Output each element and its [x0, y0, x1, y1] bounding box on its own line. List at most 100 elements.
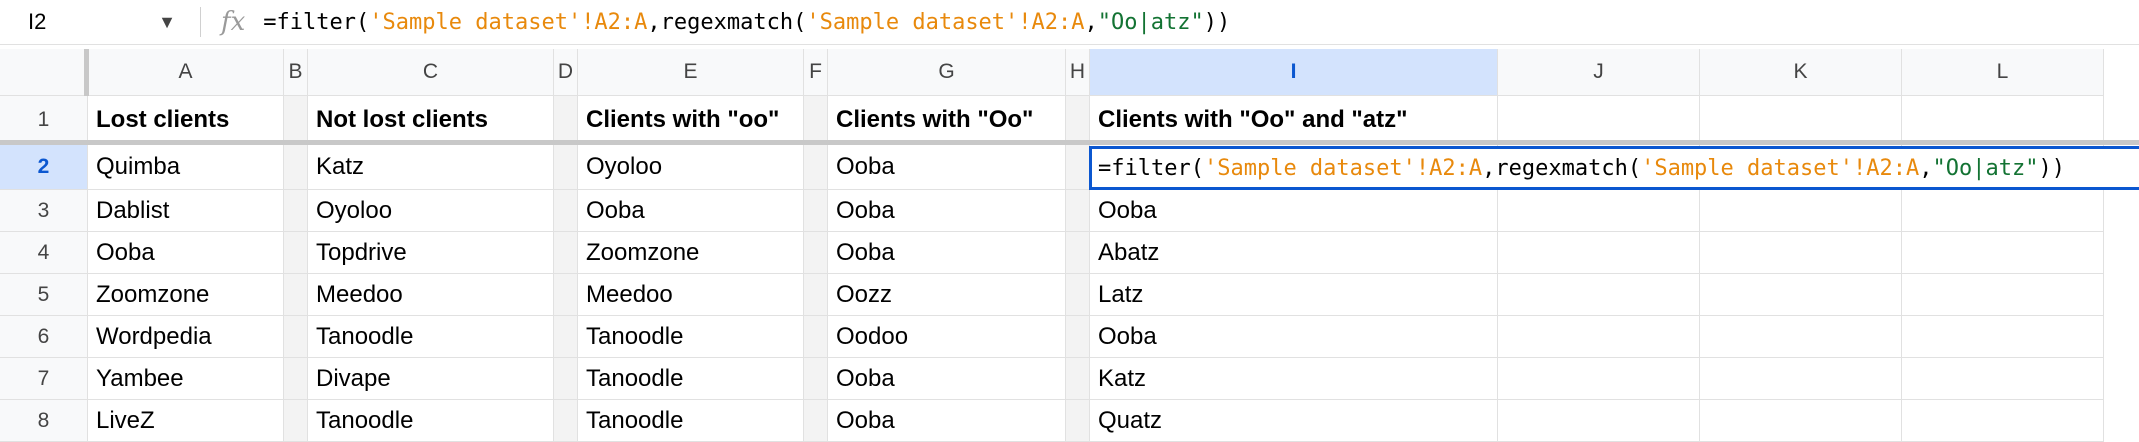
cell-e6[interactable]: Tanoodle	[578, 316, 804, 358]
cell-f6[interactable]	[804, 316, 828, 358]
cell-b6[interactable]	[284, 316, 308, 358]
cell-c3[interactable]: Oyoloo	[308, 190, 554, 232]
cell-g8[interactable]: Ooba	[828, 400, 1066, 442]
cell-g4[interactable]: Ooba	[828, 232, 1066, 274]
cell-l3[interactable]	[1902, 190, 2104, 232]
cell-j7[interactable]	[1498, 358, 1700, 400]
cell-f7[interactable]	[804, 358, 828, 400]
cell-i3[interactable]: Ooba	[1090, 190, 1498, 232]
column-header-j[interactable]: J	[1498, 49, 1700, 96]
cell-a3[interactable]: Dablist	[88, 190, 284, 232]
row-header-6[interactable]: 6	[0, 316, 88, 358]
cell-e1[interactable]: Clients with "oo"	[578, 96, 804, 144]
row-header-8[interactable]: 8	[0, 400, 88, 442]
cell-f4[interactable]	[804, 232, 828, 274]
cell-h2[interactable]	[1066, 144, 1090, 190]
cell-h7[interactable]	[1066, 358, 1090, 400]
column-header-l[interactable]: L	[1902, 49, 2104, 96]
column-header-g[interactable]: G	[828, 49, 1066, 96]
cell-l4[interactable]	[1902, 232, 2104, 274]
formula-input[interactable]: =filter('Sample dataset'!A2:A,regexmatch…	[263, 10, 1230, 35]
cell-a1[interactable]: Lost clients	[88, 96, 284, 144]
chevron-down-icon[interactable]: ▼	[158, 12, 176, 33]
cell-k7[interactable]	[1700, 358, 1902, 400]
cell-g3[interactable]: Ooba	[828, 190, 1066, 232]
column-header-b[interactable]: B	[284, 49, 308, 96]
row-header-3[interactable]: 3	[0, 190, 88, 232]
active-cell-editor[interactable]: =filter('Sample dataset'!A2:A ,regexmatch…	[1089, 146, 2139, 190]
cell-l1[interactable]	[1902, 96, 2104, 144]
cell-c1[interactable]: Not lost clients	[308, 96, 554, 144]
cell-a4[interactable]: Ooba	[88, 232, 284, 274]
cell-i1[interactable]: Clients with "Oo" and "atz"	[1090, 96, 1498, 144]
cell-e7[interactable]: Tanoodle	[578, 358, 804, 400]
cell-b8[interactable]	[284, 400, 308, 442]
cell-l7[interactable]	[1902, 358, 2104, 400]
row-header-5[interactable]: 5	[0, 274, 88, 316]
cell-d8[interactable]	[554, 400, 578, 442]
cell-d2[interactable]	[554, 144, 578, 190]
cell-h3[interactable]	[1066, 190, 1090, 232]
cell-l8[interactable]	[1902, 400, 2104, 442]
cell-i4[interactable]: Abatz	[1090, 232, 1498, 274]
column-header-d[interactable]: D	[554, 49, 578, 96]
cell-k3[interactable]	[1700, 190, 1902, 232]
column-header-c[interactable]: C	[308, 49, 554, 96]
column-header-h[interactable]: H	[1066, 49, 1090, 96]
cell-f2[interactable]	[804, 144, 828, 190]
cell-e8[interactable]: Tanoodle	[578, 400, 804, 442]
cell-d7[interactable]	[554, 358, 578, 400]
cell-h1[interactable]	[1066, 96, 1090, 144]
cell-c7[interactable]: Divape	[308, 358, 554, 400]
cell-d1[interactable]	[554, 96, 578, 144]
cell-j4[interactable]	[1498, 232, 1700, 274]
cell-e2[interactable]: Oyoloo	[578, 144, 804, 190]
cell-k6[interactable]	[1700, 316, 1902, 358]
cell-b4[interactable]	[284, 232, 308, 274]
cell-k1[interactable]	[1700, 96, 1902, 144]
cell-f3[interactable]	[804, 190, 828, 232]
cell-i7[interactable]: Katz	[1090, 358, 1498, 400]
freeze-handle-horizontal[interactable]	[0, 140, 2139, 145]
cell-g6[interactable]: Oodoo	[828, 316, 1066, 358]
cell-h5[interactable]	[1066, 274, 1090, 316]
cell-b7[interactable]	[284, 358, 308, 400]
row-header-4[interactable]: 4	[0, 232, 88, 274]
column-header-i[interactable]: I	[1090, 49, 1498, 96]
select-all-corner[interactable]	[0, 49, 88, 96]
cell-l5[interactable]	[1902, 274, 2104, 316]
cell-c8[interactable]: Tanoodle	[308, 400, 554, 442]
cell-b3[interactable]	[284, 190, 308, 232]
freeze-handle-vertical[interactable]	[84, 49, 89, 96]
cell-j3[interactable]	[1498, 190, 1700, 232]
cell-c2[interactable]: Katz	[308, 144, 554, 190]
cell-l6[interactable]	[1902, 316, 2104, 358]
cell-h4[interactable]	[1066, 232, 1090, 274]
cell-g7[interactable]: Ooba	[828, 358, 1066, 400]
row-header-7[interactable]: 7	[0, 358, 88, 400]
cell-k5[interactable]	[1700, 274, 1902, 316]
cell-k8[interactable]	[1700, 400, 1902, 442]
cell-a5[interactable]: Zoomzone	[88, 274, 284, 316]
cell-a6[interactable]: Wordpedia	[88, 316, 284, 358]
cell-a2[interactable]: Quimba	[88, 144, 284, 190]
column-header-a[interactable]: A	[88, 49, 284, 96]
cell-b2[interactable]	[284, 144, 308, 190]
cell-c6[interactable]: Tanoodle	[308, 316, 554, 358]
cell-d3[interactable]	[554, 190, 578, 232]
cell-b5[interactable]	[284, 274, 308, 316]
cell-j5[interactable]	[1498, 274, 1700, 316]
cell-e4[interactable]: Zoomzone	[578, 232, 804, 274]
cell-a8[interactable]: LiveZ	[88, 400, 284, 442]
cell-d5[interactable]	[554, 274, 578, 316]
name-box[interactable]: I2 ▼	[0, 0, 200, 44]
cell-j1[interactable]	[1498, 96, 1700, 144]
cell-f1[interactable]	[804, 96, 828, 144]
cell-i8[interactable]: Quatz	[1090, 400, 1498, 442]
column-header-f[interactable]: F	[804, 49, 828, 96]
cell-d4[interactable]	[554, 232, 578, 274]
cell-g2[interactable]: Ooba	[828, 144, 1066, 190]
cell-d6[interactable]	[554, 316, 578, 358]
cell-g1[interactable]: Clients with "Oo"	[828, 96, 1066, 144]
cell-j6[interactable]	[1498, 316, 1700, 358]
